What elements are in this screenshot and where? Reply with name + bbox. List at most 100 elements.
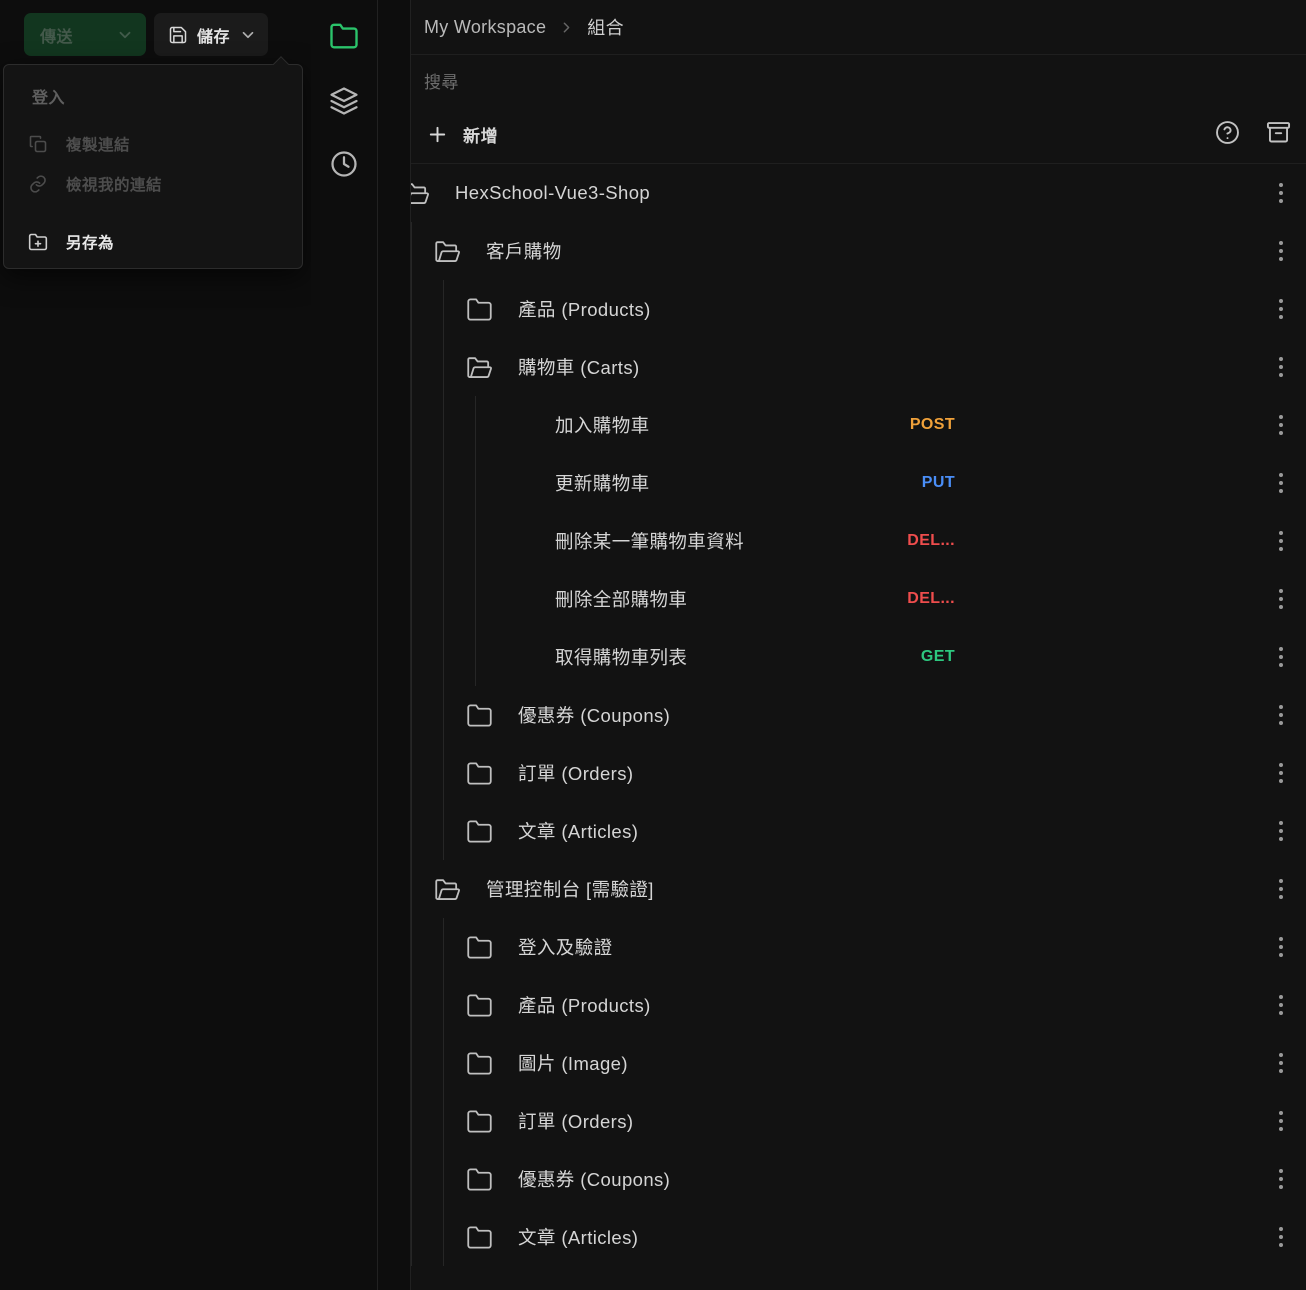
- add-new-button[interactable]: 新增: [414, 113, 510, 155]
- tree-item-label: 管理控制台 [需驗證]: [486, 876, 654, 902]
- collections-tree: HexSchool-Vue3-Shop 客戶購物產品 (Products) 購物車 …: [411, 164, 1306, 1290]
- tree-guide-line: [443, 570, 444, 628]
- tree-folder-row[interactable]: 優惠券 (Coupons): [411, 1150, 1306, 1208]
- kebab-menu-icon[interactable]: [1270, 528, 1292, 554]
- tree-folder-row[interactable]: 文章 (Articles): [411, 1208, 1306, 1266]
- menu-item-save-as[interactable]: 另存為: [0, 222, 300, 262]
- sidebar-icon-rail: [311, 0, 376, 1290]
- search-input[interactable]: 搜尋: [411, 55, 1306, 105]
- tree-guide-line: [443, 686, 444, 744]
- chevron-down-icon[interactable]: [239, 26, 257, 44]
- request-method-label: PUT: [922, 474, 955, 492]
- tree-item-label: HexSchool-Vue3-Shop: [455, 182, 650, 204]
- tree-item-label: 客戶購物: [486, 238, 562, 264]
- kebab-menu-icon[interactable]: [1270, 238, 1292, 264]
- menu-section-title: 登入: [32, 84, 65, 108]
- tree-guide-line: [411, 454, 412, 512]
- kebab-menu-icon[interactable]: [1270, 586, 1292, 612]
- tree-guide-line: [475, 454, 476, 512]
- kebab-menu-icon[interactable]: [1270, 934, 1292, 960]
- tree-folder-row[interactable]: 購物車 (Carts): [411, 338, 1306, 396]
- kebab-menu-icon[interactable]: [1270, 702, 1292, 728]
- floppy-disk-icon: [168, 25, 188, 45]
- kebab-menu-icon[interactable]: [1270, 760, 1292, 786]
- tree-folder-row[interactable]: HexSchool-Vue3-Shop: [411, 164, 1306, 222]
- link-icon: [28, 174, 48, 194]
- kebab-menu-icon[interactable]: [1270, 412, 1292, 438]
- tree-folder-row[interactable]: 圖片 (Image): [411, 1034, 1306, 1092]
- tree-guide-line: [443, 976, 444, 1034]
- tree-folder-row[interactable]: 管理控制台 [需驗證]: [411, 860, 1306, 918]
- folder-closed-icon: [466, 760, 493, 787]
- tree-request-row[interactable]: PUT 更新購物車: [411, 454, 1306, 512]
- sidebar-item-environments[interactable]: [321, 78, 366, 123]
- tree-folder-row[interactable]: 產品 (Products): [411, 280, 1306, 338]
- tree-folder-row[interactable]: 文章 (Articles): [411, 802, 1306, 860]
- menu-item-label: 複製連結: [66, 133, 130, 155]
- tree-guide-line: [411, 860, 412, 918]
- kebab-menu-icon[interactable]: [1270, 1050, 1292, 1076]
- layers-icon: [329, 86, 359, 116]
- kebab-menu-icon[interactable]: [1270, 818, 1292, 844]
- tree-request-row[interactable]: DEL...刪除全部購物車: [411, 570, 1306, 628]
- tree-guide-line: [411, 802, 412, 860]
- tree-guide-line: [411, 744, 412, 802]
- folder-open-icon: [466, 354, 493, 381]
- copy-icon: [28, 134, 48, 154]
- kebab-menu-icon[interactable]: [1270, 644, 1292, 670]
- tree-request-row[interactable]: DEL...刪除某一筆購物車資料: [411, 512, 1306, 570]
- folder-plus-icon: [28, 232, 48, 252]
- collections-action-bar: 新增: [411, 105, 1306, 163]
- sidebar-item-collections[interactable]: [321, 13, 366, 58]
- kebab-menu-icon[interactable]: [1270, 296, 1292, 322]
- tree-item-label: 取得購物車列表: [555, 644, 687, 670]
- folder-closed-icon: [466, 934, 493, 961]
- breadcrumb-workspace[interactable]: My Workspace: [424, 17, 546, 38]
- tree-folder-row[interactable]: 訂單 (Orders): [411, 744, 1306, 802]
- tree-guide-line: [443, 628, 444, 686]
- tree-item-label: 圖片 (Image): [518, 1050, 628, 1076]
- tree-item-label: 優惠券 (Coupons): [518, 702, 670, 728]
- tree-guide-line: [443, 338, 444, 396]
- tree-folder-row[interactable]: 產品 (Products): [411, 976, 1306, 1034]
- dropdown-caret: [272, 56, 289, 65]
- menu-item-label: 另存為: [66, 231, 114, 253]
- tree-folder-row[interactable]: 訂單 (Orders): [411, 1092, 1306, 1150]
- tree-guide-line: [443, 802, 444, 860]
- kebab-menu-icon[interactable]: [1270, 180, 1292, 206]
- tree-guide-line: [411, 686, 412, 744]
- chevron-down-icon[interactable]: [116, 26, 134, 44]
- kebab-menu-icon[interactable]: [1270, 1108, 1292, 1134]
- kebab-menu-icon[interactable]: [1270, 470, 1292, 496]
- request-toolbar: 傳送 儲存: [24, 13, 268, 56]
- kebab-menu-icon[interactable]: [1270, 992, 1292, 1018]
- tree-request-row[interactable]: GET 取得購物車列表: [411, 628, 1306, 686]
- request-method-label: DEL...: [907, 532, 955, 550]
- api-client-window: 傳送 儲存 登入: [0, 0, 1306, 1290]
- tree-folder-row[interactable]: 登入及驗證: [411, 918, 1306, 976]
- sidebar-item-history[interactable]: [321, 141, 366, 186]
- kebab-menu-icon[interactable]: [1270, 1224, 1292, 1250]
- tree-guide-line: [443, 1150, 444, 1208]
- request-method-label: GET: [921, 648, 955, 666]
- kebab-menu-icon[interactable]: [1270, 354, 1292, 380]
- kebab-menu-icon[interactable]: [1270, 876, 1292, 902]
- folder-closed-icon: [466, 1224, 493, 1251]
- tree-item-label: 更新購物車: [555, 470, 650, 496]
- help-button[interactable]: [1214, 119, 1241, 146]
- save-button[interactable]: 儲存: [154, 13, 268, 56]
- archive-button[interactable]: [1265, 119, 1292, 146]
- breadcrumb-current[interactable]: 組合: [587, 14, 624, 40]
- kebab-menu-icon[interactable]: [1270, 1166, 1292, 1192]
- tree-guide-line: [411, 1034, 412, 1092]
- tree-folder-row[interactable]: 客戶購物: [411, 222, 1306, 280]
- chevron-right-icon: [558, 19, 575, 36]
- folder-closed-icon: [466, 1108, 493, 1135]
- tree-guide-line: [411, 1150, 412, 1208]
- tree-request-row[interactable]: POST加入購物車: [411, 396, 1306, 454]
- tree-item-label: 加入購物車: [555, 412, 650, 438]
- clock-icon: [329, 149, 359, 179]
- tree-item-label: 產品 (Products): [518, 296, 651, 322]
- tree-folder-row[interactable]: 優惠券 (Coupons): [411, 686, 1306, 744]
- send-button[interactable]: 傳送: [24, 13, 146, 56]
